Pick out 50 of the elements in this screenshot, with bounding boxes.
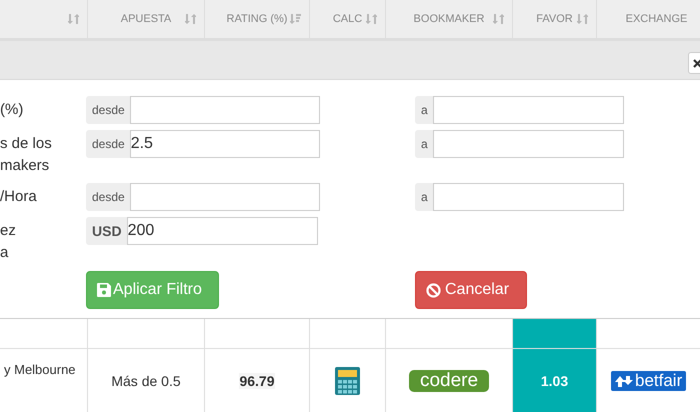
bookmaker-logo[interactable]: codere bbox=[408, 370, 490, 392]
input-addon: desde bbox=[86, 130, 130, 158]
arrows-icon bbox=[615, 374, 633, 386]
column-title: BOOKMAKER bbox=[414, 13, 484, 25]
input-addon: desde bbox=[86, 96, 130, 124]
bet-type: Más de 0.5 bbox=[111, 372, 181, 388]
input-addon: a bbox=[415, 130, 433, 158]
close-icon bbox=[693, 58, 700, 68]
input-field[interactable] bbox=[432, 183, 624, 211]
column-header[interactable]: BOOKMAKER bbox=[386, 0, 513, 38]
sort-icon[interactable] bbox=[366, 13, 377, 25]
sort-icon[interactable] bbox=[185, 13, 196, 25]
input-field[interactable] bbox=[432, 96, 624, 124]
field-label: /Hora bbox=[0, 187, 38, 207]
input-addon: a bbox=[415, 96, 433, 124]
field-label: ez a bbox=[0, 221, 17, 263]
column-header[interactable]: FAVOR bbox=[513, 0, 597, 38]
save-icon bbox=[97, 283, 111, 297]
cancel-button[interactable]: Cancelar bbox=[415, 271, 527, 309]
sort-icon[interactable] bbox=[577, 13, 588, 25]
calculator-icon[interactable] bbox=[335, 366, 360, 394]
column-header[interactable]: EXCHANGE bbox=[597, 0, 700, 38]
column-header[interactable]: CALC bbox=[310, 0, 386, 38]
column-title: RATING (%) bbox=[226, 13, 288, 25]
input-field[interactable]: 200 bbox=[126, 217, 318, 245]
column-title: FAVOR bbox=[536, 13, 573, 25]
sort-desc-icon[interactable] bbox=[290, 13, 301, 25]
column-title: CALC bbox=[332, 13, 362, 25]
sort-icon[interactable] bbox=[68, 13, 79, 25]
input-field[interactable] bbox=[130, 183, 320, 211]
column-header[interactable]: RATING (%) bbox=[205, 0, 310, 38]
currency-addon: USD bbox=[86, 217, 127, 245]
exchange-name: betfair bbox=[635, 372, 682, 388]
field-label: s de los makers bbox=[0, 134, 53, 176]
input-field[interactable]: 2.5 bbox=[130, 130, 320, 158]
apply-filter-button[interactable]: Aplicar Filtro bbox=[86, 271, 219, 309]
input-addon: desde bbox=[86, 183, 130, 211]
input-addon: a bbox=[415, 183, 433, 211]
sort-icon[interactable] bbox=[493, 13, 504, 25]
rating-value: 96.79 bbox=[239, 372, 275, 388]
input-field[interactable] bbox=[432, 130, 624, 158]
ban-icon bbox=[426, 282, 441, 298]
input-field[interactable] bbox=[130, 96, 320, 124]
exchange-logo[interactable]: betfair bbox=[611, 370, 686, 390]
column-title: APUESTA bbox=[120, 13, 172, 25]
event-name: y Melbourne bbox=[4, 362, 76, 377]
column-header[interactable]: APUESTA bbox=[88, 0, 205, 38]
column-title: EXCHANGE bbox=[626, 13, 688, 25]
favor-value: 1.03 bbox=[540, 372, 568, 388]
field-label: (%) bbox=[0, 100, 24, 120]
